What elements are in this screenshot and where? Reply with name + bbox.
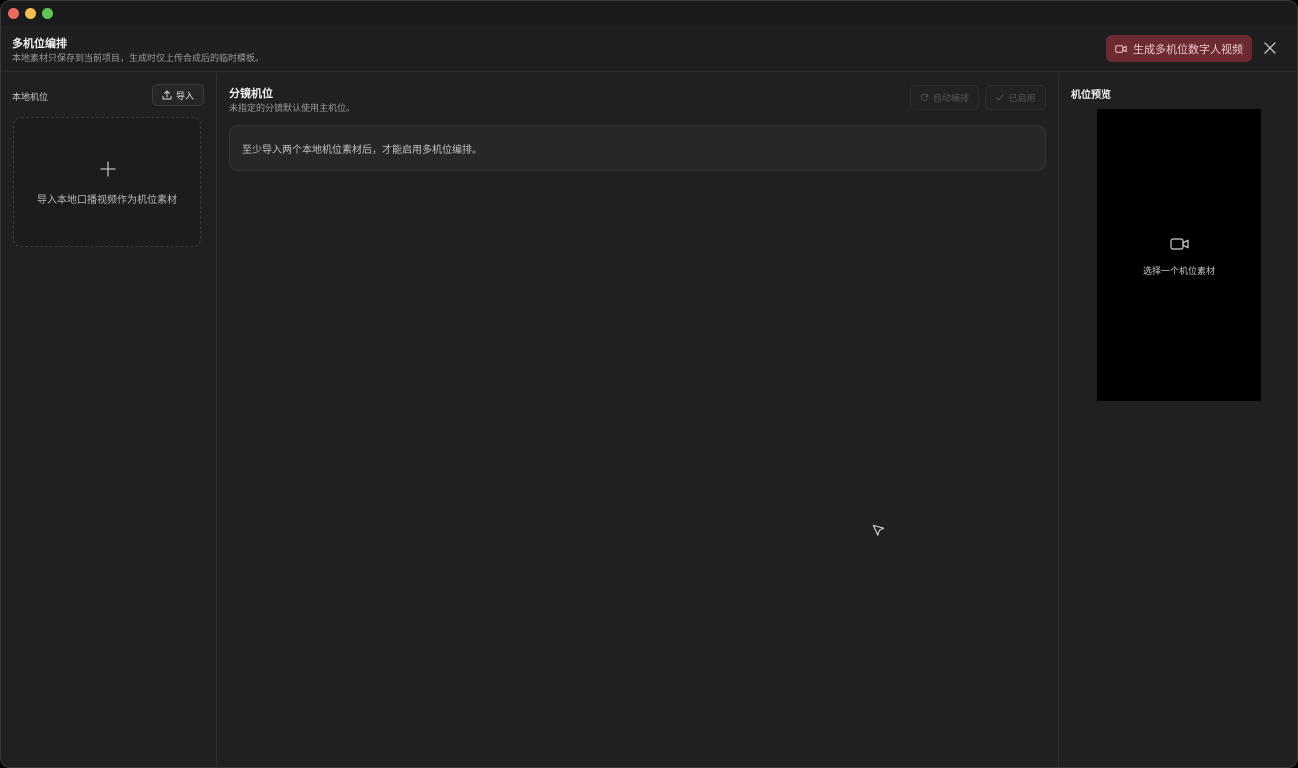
generate-video-label: 生成多机位数字人视频 xyxy=(1133,42,1243,56)
auto-arrange-button[interactable]: 自动编排 xyxy=(910,85,979,110)
preview-area: 选择一个机位素材 xyxy=(1097,109,1261,401)
import-label: 导入 xyxy=(175,91,194,102)
generate-video-button[interactable]: 生成多机位数字人视频 xyxy=(1106,35,1252,62)
window-close-button[interactable] xyxy=(8,8,19,19)
app-window: 多机位编排 本地素材只保存到当前项目，生成时仅上传合成后的临时模板。 生成多机位… xyxy=(0,0,1298,768)
upload-icon xyxy=(162,90,172,100)
notice-message: 至少导入两个本地机位素材后，才能启用多机位编排。 xyxy=(229,125,1046,171)
window-minimize-button[interactable] xyxy=(25,8,36,19)
import-drop-zone[interactable]: 导入本地口播视频作为机位素材 xyxy=(13,117,201,247)
shot-cameras-title: 分镜机位 xyxy=(229,87,273,100)
pointer-cursor-icon xyxy=(872,524,885,536)
local-cameras-title: 本地机位 xyxy=(12,93,49,103)
enabled-label: 已启用 xyxy=(1008,94,1036,104)
auto-arrange-label: 自动编排 xyxy=(932,94,969,104)
camera-preview-title: 机位预览 xyxy=(1071,90,1111,101)
video-camera-icon xyxy=(1115,44,1127,53)
dialog-header: 多机位编排 本地素材只保存到当前项目，生成时仅上传合成后的临时模板。 生成多机位… xyxy=(1,25,1297,72)
title-bar xyxy=(1,1,1297,25)
import-button[interactable]: 导入 xyxy=(152,84,204,106)
drop-zone-text: 导入本地口播视频作为机位素材 xyxy=(37,195,177,206)
shot-cameras-panel: 分镜机位 未指定的分镜默认使用主机位。 自动编排 已启用 至少导入两个本地机位素… xyxy=(217,73,1059,767)
shot-cameras-subtitle: 未指定的分镜默认使用主机位。 xyxy=(229,104,356,114)
camera-preview-panel: 机位预览 选择一个机位素材 xyxy=(1059,73,1297,767)
local-cameras-panel: 本地机位 导入 导入本地口播视频作为机位素材 xyxy=(1,73,217,767)
preview-placeholder-text: 选择一个机位素材 xyxy=(1142,267,1215,277)
dialog-title: 多机位编排 xyxy=(12,37,67,50)
dialog-subtitle: 本地素材只保存到当前项目，生成时仅上传合成后的临时模板。 xyxy=(12,54,265,64)
check-icon xyxy=(996,94,1004,101)
enabled-button[interactable]: 已启用 xyxy=(985,85,1046,110)
video-camera-icon xyxy=(1170,238,1189,250)
plus-icon xyxy=(100,161,116,177)
close-icon[interactable] xyxy=(1263,41,1277,55)
refresh-icon xyxy=(920,93,929,102)
window-maximize-button[interactable] xyxy=(42,8,53,19)
